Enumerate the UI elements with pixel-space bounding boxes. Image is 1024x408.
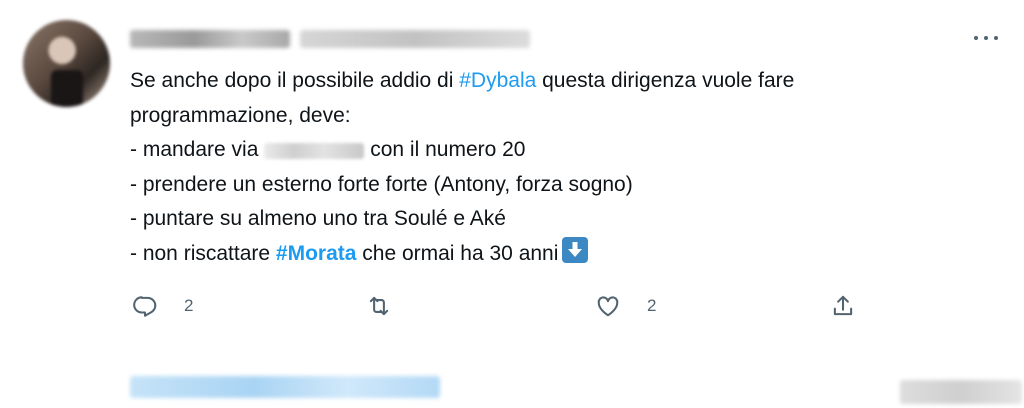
author-name-redacted[interactable] [130, 30, 290, 48]
retweet-button[interactable] [366, 288, 418, 324]
reply-button[interactable]: 2 [132, 288, 193, 324]
tweet-line-1: Se anche dopo il possibile addio di #Dyb… [130, 64, 990, 99]
text-segment: - mandare via [130, 138, 265, 162]
tweet-line-4: - prendere un esterno forte forte (Anton… [130, 172, 633, 196]
tweet-line-3: - mandare via con il numero 20 [130, 133, 990, 168]
tweet-line-5: - puntare su almeno uno tra Soulé e Aké [130, 207, 506, 231]
hashtag-dybala[interactable]: #Dybala [459, 69, 536, 92]
avatar[interactable] [23, 20, 110, 107]
text-segment: - non riscattare [130, 241, 276, 265]
text-segment: Se anche dopo il possibile addio di [130, 69, 460, 92]
text-segment: con il numero 20 [370, 138, 526, 162]
tweet-actions: 2 2 [130, 288, 870, 324]
tweet-card[interactable]: Se anche dopo il possibile addio di #Dyb… [0, 0, 1024, 408]
share-icon [833, 295, 853, 316]
like-count: 2 [647, 296, 657, 315]
like-icon [597, 296, 619, 317]
tweet-line-6: - non riscattare #Morata che ormai ha 30… [130, 236, 990, 272]
text-segment: questa dirigenza vuole fare [536, 69, 795, 92]
retweet-icon [369, 296, 389, 316]
more-icon[interactable] [970, 26, 1002, 50]
reply-icon [133, 296, 157, 317]
share-button[interactable] [830, 288, 856, 324]
down-arrow-emoji-icon [562, 236, 589, 263]
author-row [130, 30, 530, 52]
author-handle-redacted[interactable] [300, 30, 530, 48]
text-segment: che ormai ha 30 anni [356, 241, 559, 265]
like-button[interactable]: 2 [595, 288, 656, 324]
tweet-line-2: programmazione, deve: [130, 103, 351, 127]
reply-count: 2 [184, 296, 194, 315]
watermark-redacted [900, 380, 1022, 404]
tweet-text: Se anche dopo il possibile addio di #Dyb… [130, 64, 990, 272]
show-thread-link-redacted[interactable] [130, 376, 440, 398]
hashtag-morata[interactable]: #Morata [276, 242, 357, 265]
redacted-name [264, 142, 365, 159]
